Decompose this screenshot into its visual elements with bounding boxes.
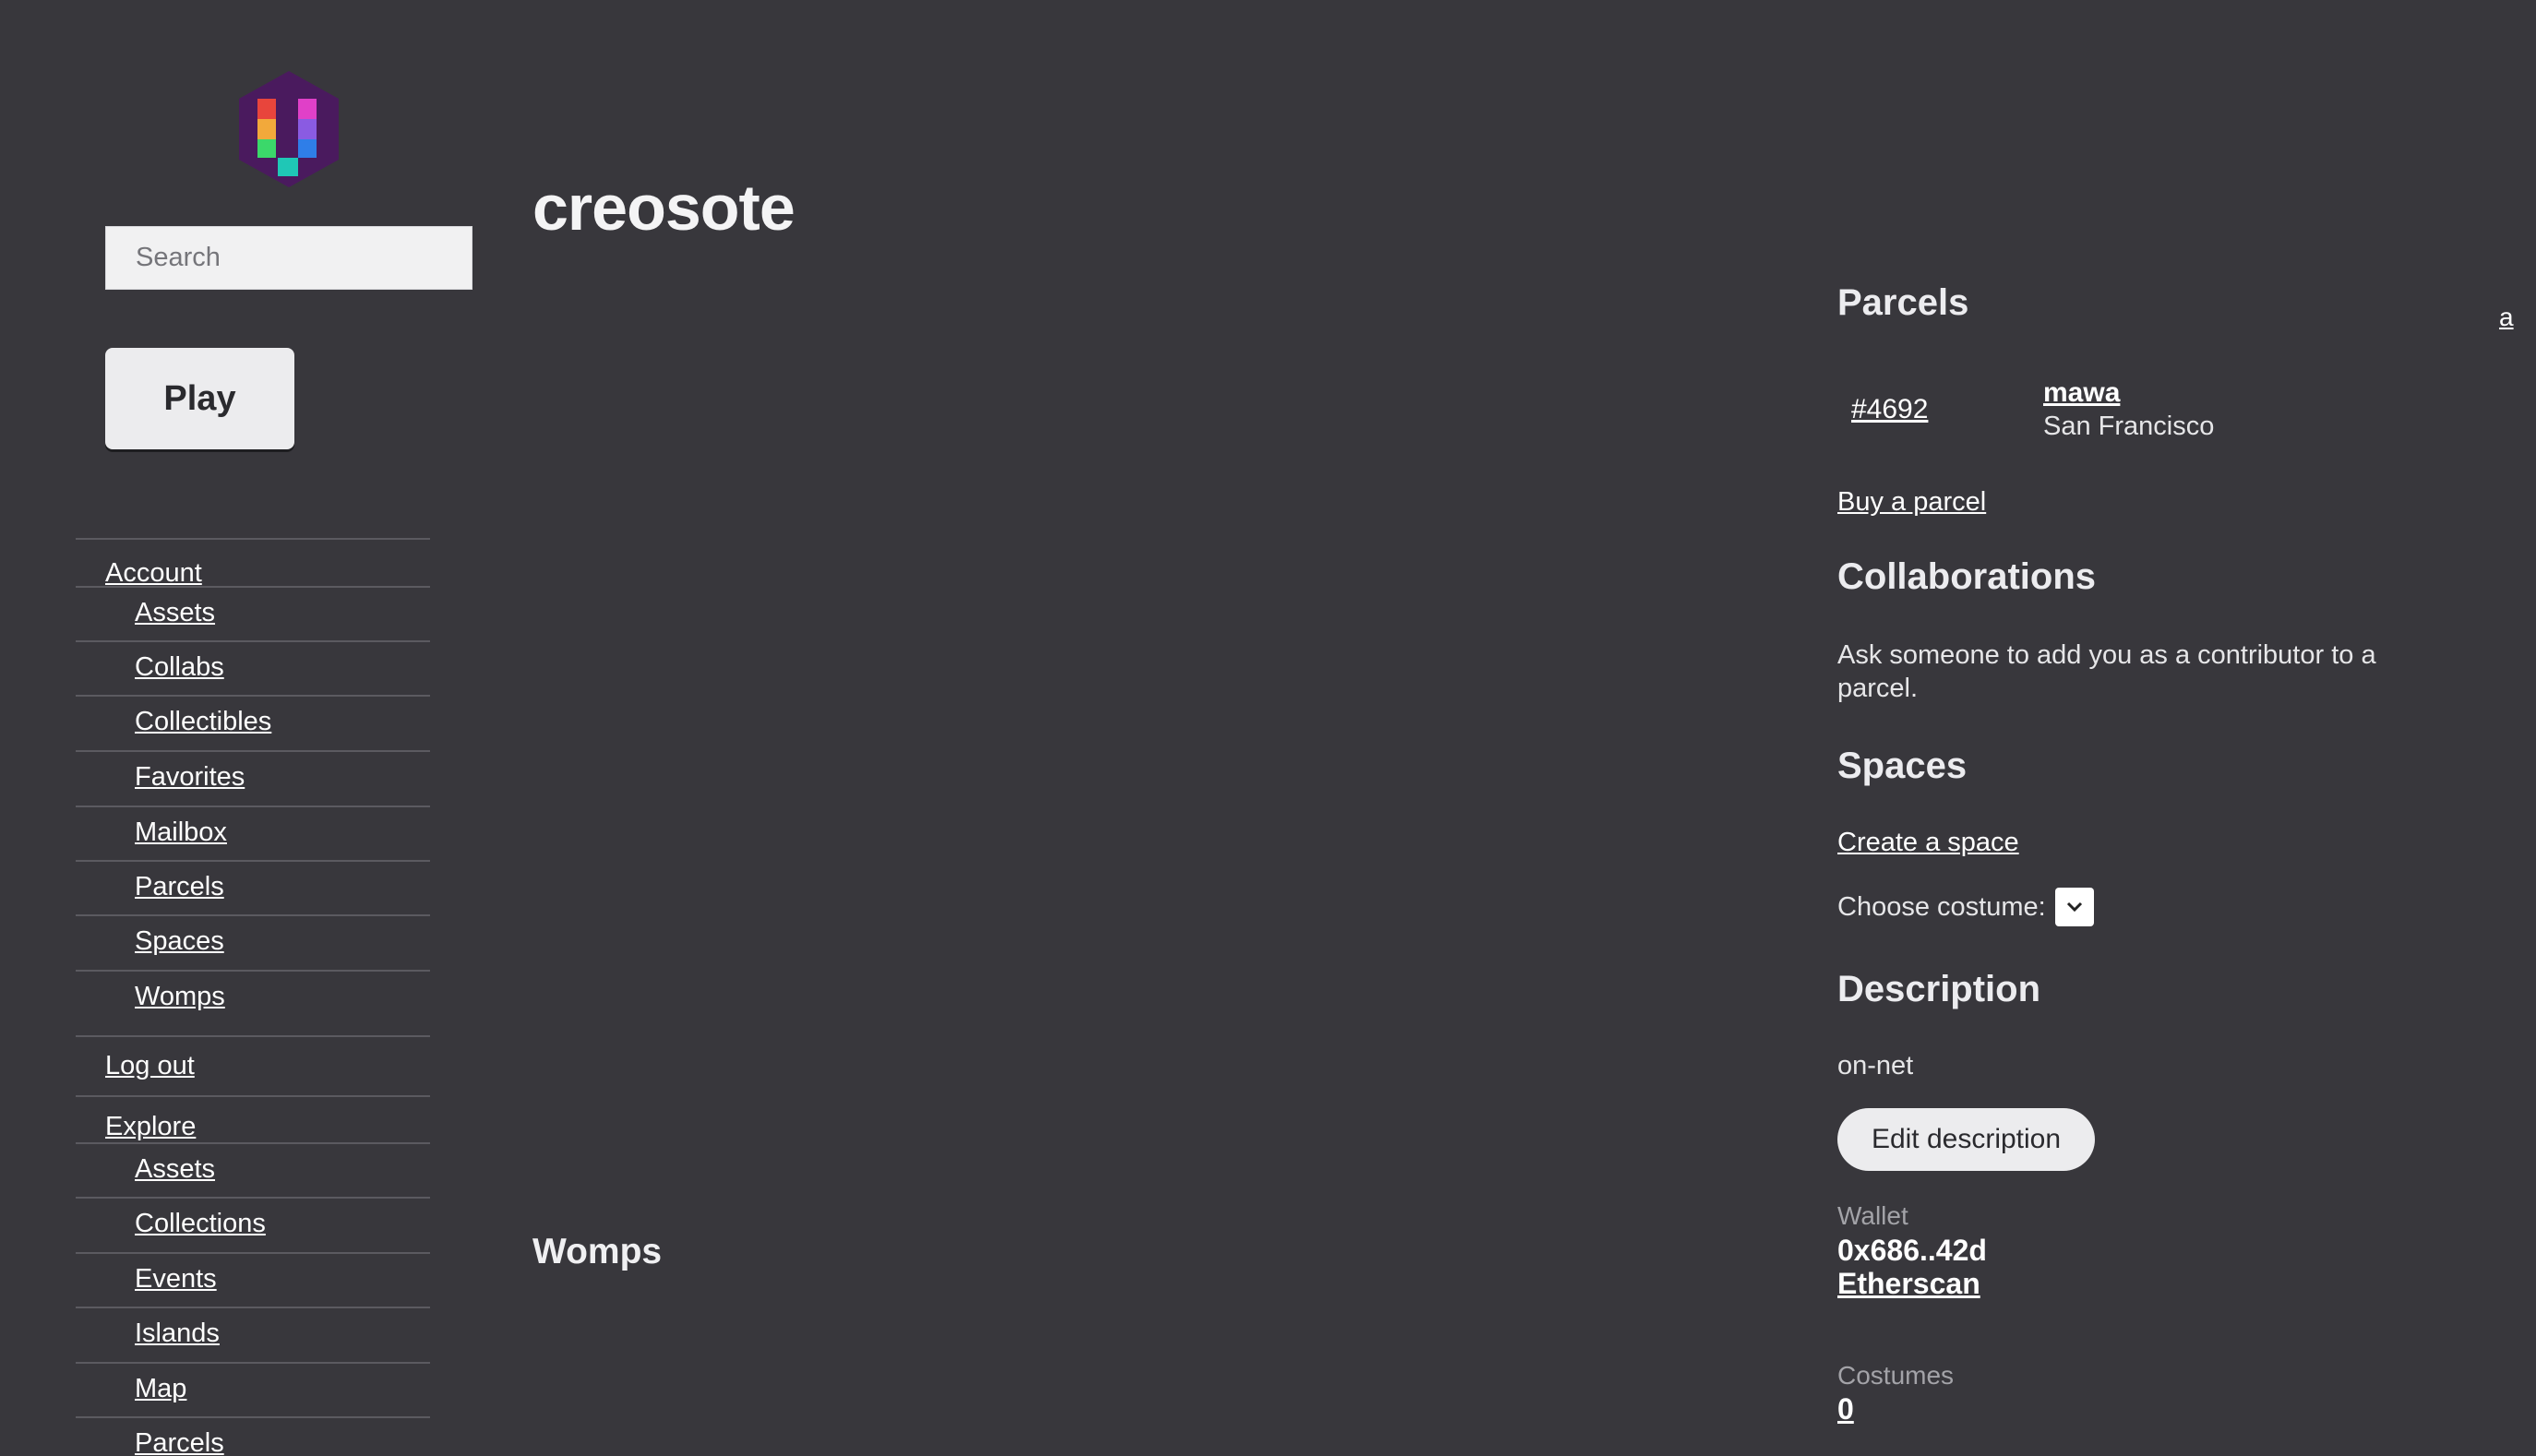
costume-chooser: Choose costume: — [1837, 888, 2094, 926]
etherscan-link[interactable]: Etherscan — [1837, 1267, 1980, 1301]
costumes-label: Costumes — [1837, 1361, 1955, 1390]
nav-account-spaces-link[interactable]: Spaces — [135, 926, 224, 957]
nav-account-collabs-link[interactable]: Collabs — [135, 652, 224, 683]
womps-heading: Womps — [532, 1232, 663, 1271]
edit-description-button[interactable]: Edit description — [1837, 1108, 2095, 1171]
collaborations-text: Ask someone to add you as a contributor … — [1837, 640, 2376, 703]
sidebar-nav: Account Assets Collabs Collectibles Favo… — [76, 538, 430, 1456]
costumes-count-link[interactable]: 0 — [1837, 1392, 1854, 1426]
chevron-down-icon — [2066, 901, 2082, 913]
nav-item-explore-assets: Assets — [76, 1142, 430, 1197]
wallet-address: 0x686..42d — [1837, 1234, 1987, 1267]
parcel-city: San Francisco — [2043, 412, 2215, 441]
top-right-link[interactable]: a — [2499, 303, 2514, 332]
nav-item-account-spaces: Spaces — [76, 914, 430, 970]
create-space-link[interactable]: Create a space — [1837, 828, 2019, 858]
nav-explore-assets-link[interactable]: Assets — [135, 1154, 215, 1185]
nav-item-explore-parcels: Parcels — [76, 1416, 430, 1456]
nav-account-favorites-link[interactable]: Favorites — [135, 762, 245, 793]
costume-select[interactable] — [2054, 888, 2094, 926]
nav-item-account-parcels: Parcels — [76, 860, 430, 914]
nav-explore-map-link[interactable]: Map — [135, 1374, 186, 1404]
parcel-id-link[interactable]: #4692 — [1851, 394, 1928, 425]
logout-link[interactable]: Log out — [105, 1051, 195, 1081]
nav-account-mailbox-link[interactable]: Mailbox — [135, 818, 227, 848]
nav-section-account: Account — [76, 538, 430, 589]
nav-section-explore: Explore — [76, 1095, 430, 1142]
nav-explore-events-link[interactable]: Events — [135, 1264, 217, 1295]
nav-account-womps-link[interactable]: Womps — [135, 982, 225, 1012]
nav-explore-link[interactable]: Explore — [105, 1112, 196, 1142]
page-title: creosote — [532, 172, 795, 244]
nav-item-account-favorites: Favorites — [76, 750, 430, 806]
nav-account-link[interactable]: Account — [105, 558, 202, 589]
nav-item-account-womps: Womps — [76, 970, 430, 1035]
nav-item-explore-events: Events — [76, 1252, 430, 1307]
parcels-heading: Parcels — [1837, 282, 1969, 323]
nav-item-account-mailbox: Mailbox — [76, 806, 430, 860]
nav-item-account-collabs: Collabs — [76, 640, 430, 695]
description-text: on-net — [1837, 1051, 1914, 1080]
collaborations-heading: Collaborations — [1837, 556, 2097, 597]
description-heading: Description — [1837, 969, 2041, 1009]
nav-item-explore-map: Map — [76, 1362, 430, 1416]
nav-account-parcels-link[interactable]: Parcels — [135, 872, 224, 902]
nav-explore-islands-link[interactable]: Islands — [135, 1319, 220, 1349]
nav-account-assets-link[interactable]: Assets — [135, 598, 215, 628]
search-input[interactable] — [105, 226, 473, 290]
nav-account-collectibles-link[interactable]: Collectibles — [135, 707, 271, 737]
nav-item-logout: Log out — [76, 1035, 430, 1095]
nav-explore-collections-link[interactable]: Collections — [135, 1209, 266, 1239]
nav-item-account-collectibles: Collectibles — [76, 695, 430, 750]
app-logo[interactable] — [235, 69, 342, 189]
choose-costume-label: Choose costume: — [1837, 892, 2046, 922]
wallet-label: Wallet — [1837, 1201, 1908, 1230]
play-button[interactable]: Play — [105, 348, 294, 449]
nav-item-explore-islands: Islands — [76, 1307, 430, 1362]
parcel-owner-link[interactable]: mawa — [2043, 377, 2120, 409]
nav-explore-parcels-link[interactable]: Parcels — [135, 1428, 224, 1456]
nav-item-account-assets: Assets — [76, 586, 430, 640]
spaces-heading: Spaces — [1837, 746, 1968, 786]
buy-parcel-link[interactable]: Buy a parcel — [1837, 487, 1986, 518]
nav-item-explore-collections: Collections — [76, 1197, 430, 1252]
